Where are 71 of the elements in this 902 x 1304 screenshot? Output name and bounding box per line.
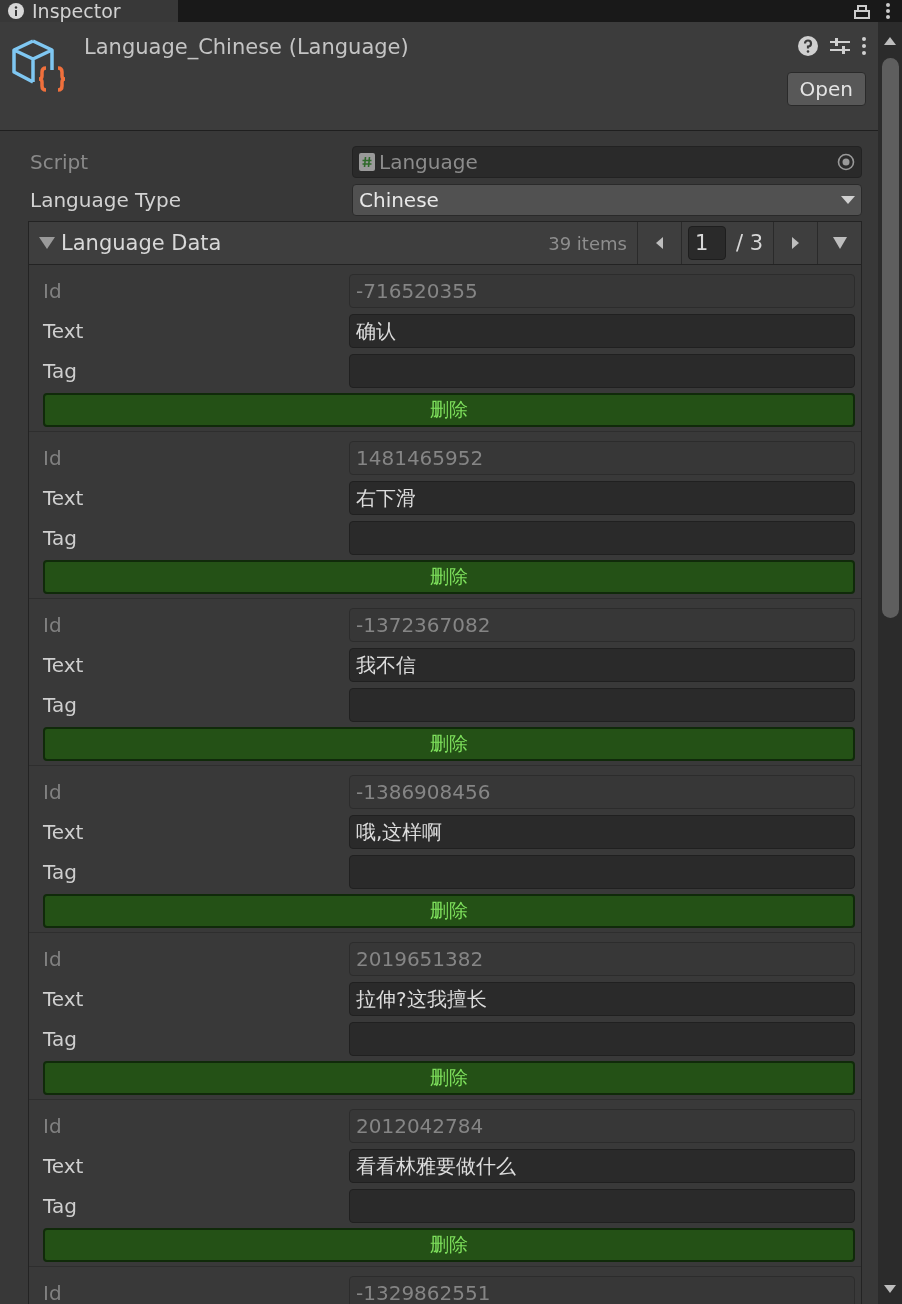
field-label: Text <box>43 1154 85 1178</box>
field-label: Id <box>43 1114 63 1138</box>
tab-title: Inspector <box>32 0 121 22</box>
item-count: 39 items <box>548 232 628 254</box>
field-label: Text <box>43 653 85 677</box>
page-total: / 3 <box>735 231 763 255</box>
script-asset-icon <box>10 38 68 94</box>
field-label: Text <box>43 486 85 510</box>
text-field[interactable] <box>349 1022 855 1056</box>
field-label: Tag <box>43 359 78 383</box>
open-button[interactable]: Open <box>786 72 866 106</box>
field-label: Id <box>43 613 63 637</box>
text-field[interactable] <box>349 688 855 722</box>
delete-button[interactable]: 删除 <box>43 1228 855 1262</box>
text-field: -1386908456 <box>349 775 855 809</box>
text-field: -716520355 <box>349 274 855 308</box>
text-field: 2019651382 <box>349 942 855 976</box>
script-name: Language <box>379 150 478 174</box>
delete-button[interactable]: 删除 <box>43 393 855 427</box>
field-label: Id <box>43 446 63 470</box>
text-field: 2012042784 <box>349 1109 855 1143</box>
text-field[interactable] <box>349 855 855 889</box>
field-label: Text <box>43 319 85 343</box>
text-field[interactable] <box>349 521 855 555</box>
language-type-dropdown[interactable]: Chinese <box>352 184 862 216</box>
text-field: -1372367082 <box>349 608 855 642</box>
settings-sliders-icon[interactable] <box>830 36 850 56</box>
field-label: Tag <box>43 526 78 550</box>
dropdown-arrow-icon <box>841 195 855 205</box>
page-field[interactable]: 1 <box>687 226 726 260</box>
field-label: Id <box>43 947 63 971</box>
delete-button[interactable]: 删除 <box>43 894 855 928</box>
delete-button[interactable]: 删除 <box>43 1061 855 1095</box>
text-field[interactable]: 我不信 <box>349 648 855 682</box>
delete-button[interactable]: 删除 <box>43 727 855 761</box>
more-icon[interactable] <box>862 37 866 55</box>
inspector-tab[interactable]: Inspector <box>0 0 178 22</box>
scrollbar[interactable] <box>878 22 902 1304</box>
dropdown-arrow-icon <box>832 236 847 250</box>
text-field[interactable] <box>349 1189 855 1223</box>
property-label: Language Type <box>29 188 182 212</box>
text-field[interactable]: 看看林雅要做什么 <box>349 1149 855 1183</box>
field-label: Id <box>43 1281 63 1304</box>
text-field[interactable]: 确认 <box>349 314 855 348</box>
help-icon[interactable] <box>798 36 818 56</box>
text-field[interactable]: 哦,这样啊 <box>349 815 855 849</box>
text-field[interactable]: 拉伸?这我擅长 <box>349 982 855 1016</box>
right-arrow-icon <box>790 235 801 251</box>
more-icon[interactable] <box>886 3 890 19</box>
field-label: Tag <box>43 1027 78 1051</box>
scrollbar-thumb[interactable] <box>882 58 899 618</box>
foldout-arrow-icon[interactable] <box>39 236 55 250</box>
lock-icon[interactable] <box>854 3 870 19</box>
property-label: Script <box>29 150 89 174</box>
field-label: Text <box>43 987 85 1011</box>
array-title: Language Data <box>61 231 222 255</box>
text-field: 1481465952 <box>349 441 855 475</box>
text-field[interactable] <box>349 354 855 388</box>
script-hash-icon <box>359 153 375 171</box>
object-picker-icon[interactable] <box>837 153 855 171</box>
field-label: Text <box>43 820 85 844</box>
text-field[interactable]: 右下滑 <box>349 481 855 515</box>
info-icon <box>8 3 24 19</box>
field-label: Tag <box>43 693 78 717</box>
text-field: -1329862551 <box>349 1276 855 1304</box>
asset-title: Language_Chinese (Language) <box>84 35 409 62</box>
field-label: Tag <box>43 860 78 884</box>
field-label: Id <box>43 279 63 303</box>
field-label: Tag <box>43 1194 78 1218</box>
field-label: Id <box>43 780 63 804</box>
delete-button[interactable]: 删除 <box>43 560 855 594</box>
